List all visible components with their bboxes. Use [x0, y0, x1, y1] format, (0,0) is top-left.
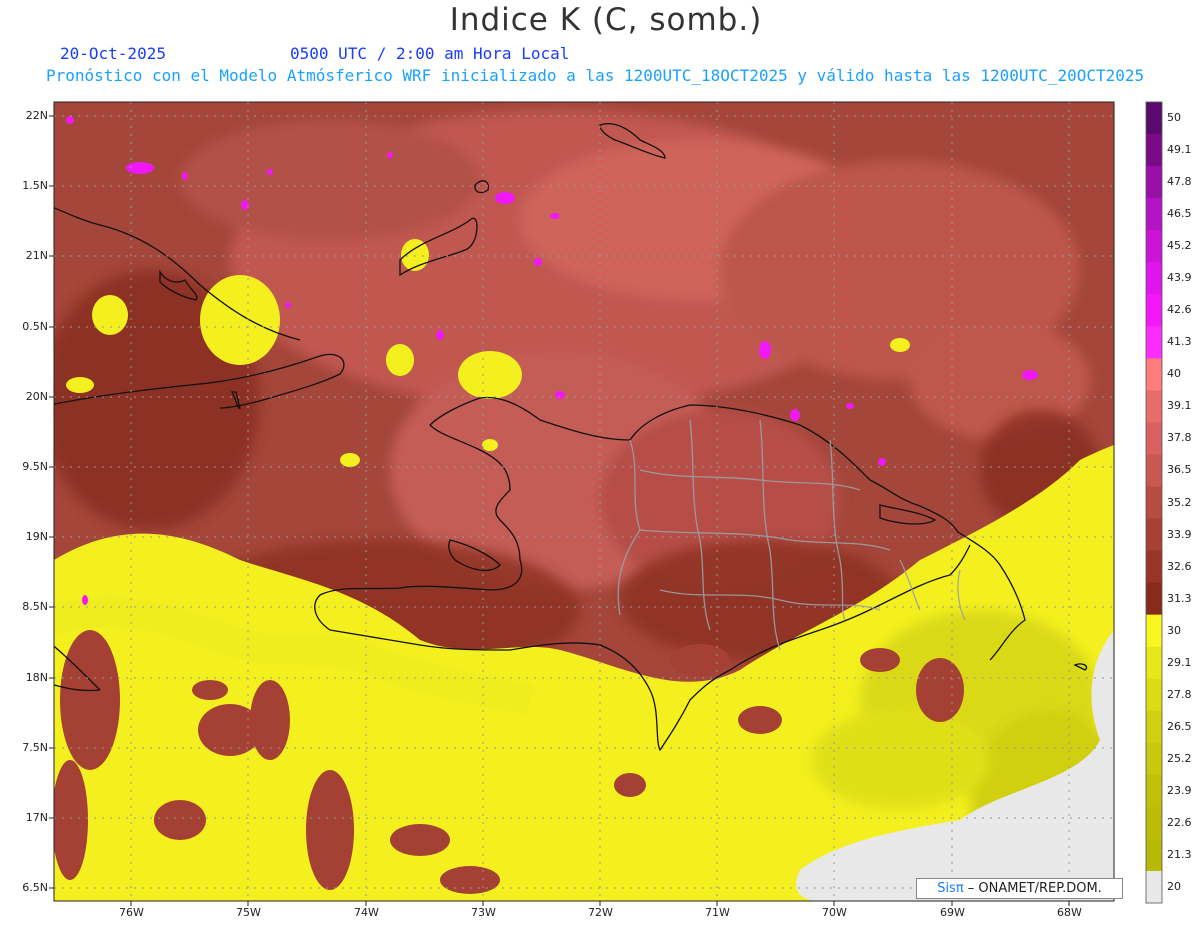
colorbar-swatch [1146, 774, 1162, 808]
colorbar-swatch [1146, 806, 1162, 840]
colorbar-label: 42.6 [1167, 303, 1192, 317]
colorbar-label: 20 [1167, 879, 1181, 893]
lat-label: 8.5N [22, 600, 48, 613]
lon-label: 74W [354, 906, 379, 919]
colorbar-label: 26.5 [1167, 719, 1192, 733]
colorbar-label: 35.2 [1167, 495, 1192, 509]
colorbar-swatch [1146, 166, 1162, 199]
colorbar-swatch [1146, 870, 1162, 904]
colorbar-swatch [1146, 390, 1162, 423]
colorbar-label: 32.6 [1167, 559, 1192, 573]
lon-label: 71W [705, 906, 730, 919]
lon-label: 72W [588, 906, 613, 919]
lat-label: 19N [25, 530, 48, 543]
colorbar-label: 22.6 [1167, 815, 1192, 829]
colorbar-swatch [1146, 742, 1162, 776]
lat-label: 6.5N [22, 881, 48, 894]
colorbar-swatch [1146, 582, 1162, 616]
lon-label: 68W [1057, 906, 1082, 919]
lat-label: 9.5N [22, 460, 48, 473]
colorbar-label: 29.1 [1167, 655, 1192, 669]
lon-label: 69W [940, 906, 965, 919]
colorbar-swatch [1146, 518, 1162, 552]
colorbar-swatch [1146, 358, 1162, 391]
sis-logo: Sisπ [937, 881, 964, 896]
lat-label: 7.5N [22, 741, 48, 754]
lat-label: 0.5N [22, 320, 48, 333]
colorbar-swatch [1146, 198, 1162, 231]
colorbar-label: 46.5 [1167, 207, 1192, 221]
colorbar-label: 21.3 [1167, 847, 1192, 861]
colorbar-swatch [1146, 230, 1162, 263]
colorbar-swatch [1146, 710, 1162, 744]
colorbar-label: 40 [1167, 367, 1181, 381]
lon-label: 70W [822, 906, 847, 919]
colorbar-label: 49.1 [1167, 143, 1192, 157]
colorbar-swatch [1146, 294, 1162, 327]
lon-label: 75W [236, 906, 261, 919]
colorbar-swatch [1146, 678, 1162, 712]
k-index-map [49, 101, 1163, 906]
colorbar-swatch [1146, 262, 1162, 295]
lat-label: 1.5N [22, 179, 48, 192]
colorbar-swatch [1146, 422, 1162, 455]
colorbar-label: 41.3 [1167, 335, 1192, 349]
colorbar-swatch [1146, 454, 1162, 487]
colorbar-swatch [1146, 102, 1162, 135]
field-layer [54, 102, 1114, 901]
colorbar-swatch [1146, 550, 1162, 584]
credit-box: Sisπ – ONAMET/REP.DOM. [916, 878, 1123, 899]
colorbar-label: 45.2 [1167, 239, 1192, 253]
colorbar-label: 50 [1167, 111, 1181, 125]
colorbar-label: 33.9 [1167, 527, 1192, 541]
colorbar [1145, 101, 1163, 904]
colorbar-swatch [1146, 646, 1162, 680]
colorbar-label: 30 [1167, 623, 1181, 637]
colorbar-label: 25.2 [1167, 751, 1192, 765]
lat-label: 21N [25, 249, 48, 262]
colorbar-swatch [1146, 614, 1162, 648]
lat-label: 18N [25, 671, 48, 684]
colorbar-label: 36.5 [1167, 463, 1192, 477]
colorbar-swatch [1146, 326, 1162, 359]
colorbar-label: 39.1 [1167, 399, 1192, 413]
lat-label: 17N [25, 811, 48, 824]
colorbar-label: 43.9 [1167, 271, 1192, 285]
colorbar-swatch [1146, 486, 1162, 520]
colorbar-label: 47.8 [1167, 175, 1192, 189]
colorbar-swatch [1146, 134, 1162, 167]
colorbar-label: 31.3 [1167, 591, 1192, 605]
lat-label: 20N [25, 390, 48, 403]
credit-org: – ONAMET/REP.DOM. [963, 881, 1102, 896]
colorbar-label: 37.8 [1167, 431, 1192, 445]
colorbar-label: 27.8 [1167, 687, 1192, 701]
colorbar-swatch [1146, 838, 1162, 872]
colorbar-label: 23.9 [1167, 783, 1192, 797]
lon-label: 73W [471, 906, 496, 919]
lon-label: 76W [119, 906, 144, 919]
lat-label: 22N [25, 109, 48, 122]
